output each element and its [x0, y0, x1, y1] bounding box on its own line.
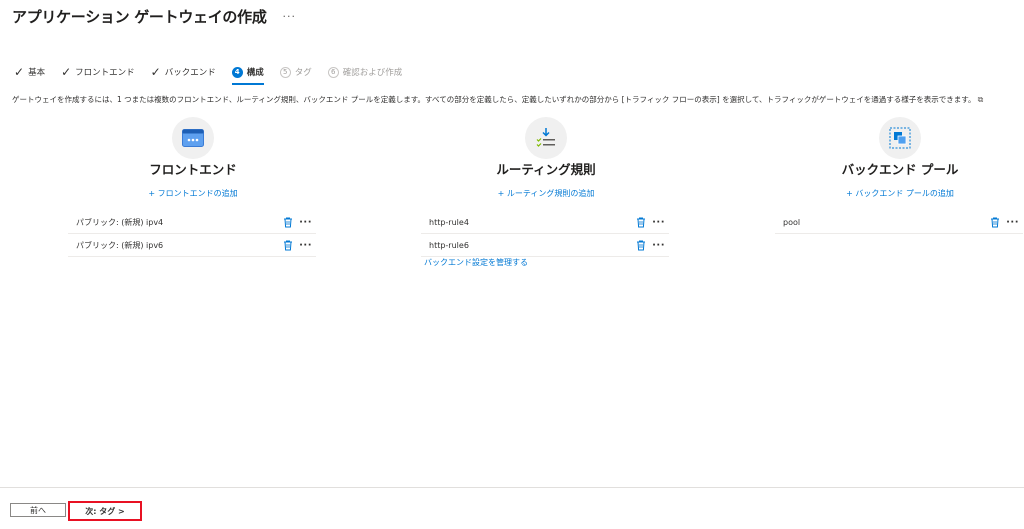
add-backend-pool-link[interactable]: + バックエンド プールの追加: [846, 188, 954, 199]
list-item[interactable]: パブリック: (新規) ipv4 ···: [68, 211, 316, 234]
step-number-badge: 4: [231, 66, 243, 78]
more-actions-icon[interactable]: ···: [299, 217, 312, 228]
routing-rules-title: ルーティング規則: [496, 162, 596, 177]
step-tags[interactable]: 5 タグ: [279, 64, 312, 80]
description-text: ゲートウェイを作成するには、1 つまたは複数のフロントエンド、ルーティング規則、…: [12, 94, 983, 105]
step-configuration[interactable]: 4 構成: [231, 64, 264, 85]
step-label: 構成: [246, 68, 264, 78]
delete-icon[interactable]: [282, 239, 294, 251]
delete-icon[interactable]: [282, 216, 294, 228]
routing-rules-column: ルーティング規則 + ルーティング規則の追加: [486, 117, 606, 199]
more-actions-icon[interactable]: ···: [652, 217, 665, 228]
frontend-list: パブリック: (新規) ipv4 ··· パブリック: (新規) ipv6 ··…: [68, 211, 316, 257]
more-options-icon[interactable]: ···: [283, 10, 297, 23]
frontend-item-label: パブリック: (新規) ipv6: [76, 240, 164, 250]
header: アプリケーション ゲートウェイの作成 ···: [12, 6, 296, 27]
add-frontend-link[interactable]: + フロントエンドの追加: [148, 188, 237, 199]
page-title: アプリケーション ゲートウェイの作成: [12, 8, 267, 26]
backend-pool-icon: [879, 117, 921, 159]
step-label: バックエンド: [164, 68, 216, 78]
step-basics[interactable]: ✓ 基本: [14, 64, 45, 80]
checkmark-icon: ✓: [150, 65, 161, 79]
list-item[interactable]: http-rule4 ···: [421, 211, 669, 234]
step-label: 確認および作成: [342, 68, 403, 78]
frontend-item-label: パブリック: (新規) ipv4: [76, 217, 164, 227]
step-backends[interactable]: ✓ バックエンド: [151, 64, 216, 80]
checkmark-icon: ✓: [61, 65, 72, 79]
delete-icon[interactable]: [635, 216, 647, 228]
step-label: 基本: [28, 68, 46, 78]
manage-backend-settings-link[interactable]: バックエンド設定を管理する: [424, 257, 528, 268]
step-review-create[interactable]: 6 確認および作成: [327, 64, 403, 80]
checkmark-icon: ✓: [14, 65, 25, 79]
frontend-column: フロントエンド + フロントエンドの追加: [143, 117, 243, 199]
next-tags-button[interactable]: 次: タグ >: [72, 505, 138, 517]
backend-pool-column: バックエンド プール + バックエンド プールの追加: [840, 117, 960, 199]
footer-divider: [0, 487, 1024, 488]
routing-rules-list: http-rule4 ··· http-rule6 ···: [421, 211, 669, 257]
more-actions-icon[interactable]: ···: [1006, 217, 1019, 228]
add-routing-rule-link[interactable]: + ルーティング規則の追加: [498, 188, 595, 199]
routing-rules-icon: [525, 117, 567, 159]
routing-rule-label: http-rule6: [429, 240, 469, 250]
delete-icon[interactable]: [989, 216, 1001, 228]
next-button-highlight: 次: タグ >: [68, 501, 142, 521]
list-item[interactable]: パブリック: (新規) ipv6 ···: [68, 234, 316, 257]
external-link-icon[interactable]: ⧉: [978, 95, 984, 105]
description-body: ゲートウェイを作成するには、1 つまたは複数のフロントエンド、ルーティング規則、…: [12, 95, 976, 104]
frontend-title: フロントエンド: [149, 162, 237, 177]
list-item[interactable]: http-rule6 ···: [421, 234, 669, 257]
step-number-badge: 5: [279, 66, 291, 78]
wizard-steps: ✓ 基本 ✓ フロントエンド ✓ バックエンド 4 構成 5 タグ 6 確認およ…: [14, 64, 418, 85]
step-frontends[interactable]: ✓ フロントエンド: [61, 64, 135, 80]
routing-rule-label: http-rule4: [429, 217, 469, 227]
backend-pool-title: バックエンド プール: [841, 162, 959, 177]
list-item[interactable]: pool ···: [775, 211, 1023, 234]
backend-pool-label: pool: [783, 217, 801, 227]
previous-button[interactable]: 前へ: [10, 503, 66, 517]
backend-pool-list: pool ···: [775, 211, 1023, 234]
more-actions-icon[interactable]: ···: [652, 240, 665, 251]
step-label: フロントエンド: [75, 68, 135, 78]
frontend-icon: [172, 117, 214, 159]
more-actions-icon[interactable]: ···: [299, 240, 312, 251]
delete-icon[interactable]: [635, 239, 647, 251]
step-number-badge: 6: [327, 66, 339, 78]
step-label: タグ: [294, 68, 312, 78]
